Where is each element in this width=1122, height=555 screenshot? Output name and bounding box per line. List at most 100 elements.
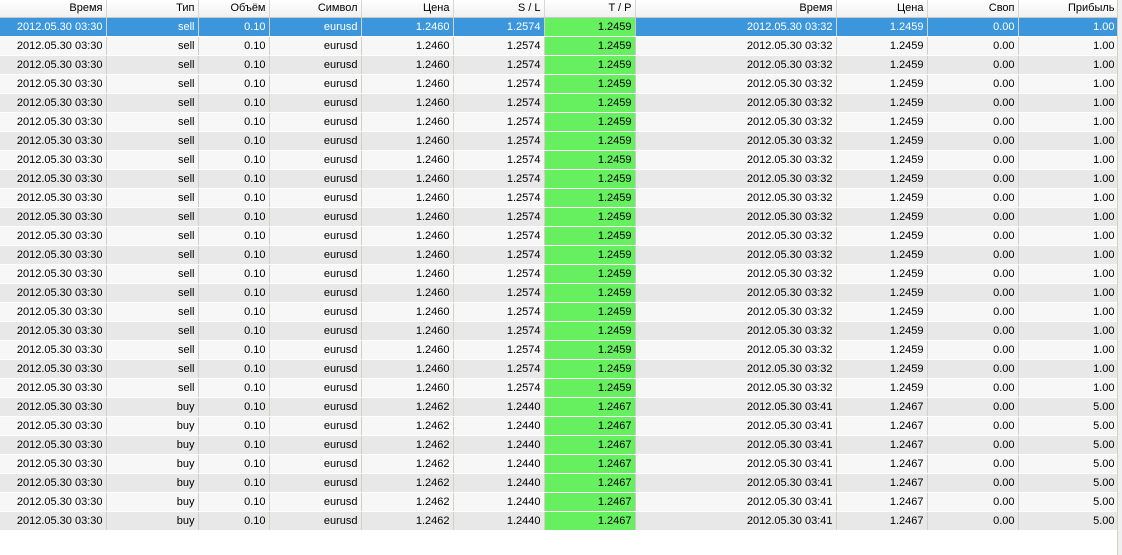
cell-volume: 0.10 xyxy=(198,454,270,474)
column-header-stop-loss[interactable]: S / L xyxy=(453,0,545,18)
cell-symbol: eurusd xyxy=(269,511,362,531)
table-row[interactable]: 2012.05.30 03:30 buy 0.10 eurusd 1.2462 1.244… xyxy=(0,473,1119,493)
table-row[interactable]: 2012.05.30 03:30 buy 0.10 eurusd 1.2462 1.244… xyxy=(0,492,1119,512)
table-row[interactable]: 2012.05.30 03:30 sell 0.10 eurusd 1.2460 1.25… xyxy=(0,359,1119,379)
cell-stop-loss: 1.2440 xyxy=(453,416,545,436)
cell-take-profit: 1.2459 xyxy=(544,188,636,208)
cell-close-price: 1.2459 xyxy=(836,321,928,341)
cell-close-price: 1.2459 xyxy=(836,131,928,151)
table-row[interactable]: 2012.05.30 03:30 buy 0.10 eurusd 1.2462 1.244… xyxy=(0,416,1119,436)
cell-take-profit: 1.2459 xyxy=(544,226,636,246)
cell-take-profit: 1.2459 xyxy=(544,112,636,132)
cell-open-time: 2012.05.30 03:30 xyxy=(0,207,107,227)
cell-swap: 0.00 xyxy=(927,150,1019,170)
cell-type: sell xyxy=(106,55,199,75)
cell-type: buy xyxy=(106,397,199,417)
cell-profit: 1.00 xyxy=(1018,74,1119,94)
table-row[interactable]: 2012.05.30 03:30 buy 0.10 eurusd 1.2462 1.244… xyxy=(0,397,1119,417)
column-header-open-price[interactable]: Цена xyxy=(361,0,454,18)
cell-symbol: eurusd xyxy=(269,245,362,265)
cell-symbol: eurusd xyxy=(269,283,362,303)
cell-open-time: 2012.05.30 03:30 xyxy=(0,264,107,284)
cell-open-price: 1.2462 xyxy=(361,416,454,436)
cell-type: sell xyxy=(106,207,199,227)
table-row[interactable]: 2012.05.30 03:30 buy 0.10 eurusd 1.2462 1.244… xyxy=(0,511,1119,531)
cell-take-profit: 1.2459 xyxy=(544,150,636,170)
cell-open-price: 1.2462 xyxy=(361,492,454,512)
cell-volume: 0.10 xyxy=(198,302,270,322)
cell-swap: 0.00 xyxy=(927,359,1019,379)
cell-close-time: 2012.05.30 03:32 xyxy=(635,321,837,341)
cell-volume: 0.10 xyxy=(198,226,270,246)
cell-profit: 1.00 xyxy=(1018,55,1119,75)
table-body: 2012.05.30 03:30 sell 0.10 eurusd 1.2460 1.25… xyxy=(0,17,1119,531)
cell-open-time: 2012.05.30 03:30 xyxy=(0,55,107,75)
cell-take-profit: 1.2467 xyxy=(544,473,636,493)
cell-symbol: eurusd xyxy=(269,74,362,94)
table-row[interactable]: 2012.05.30 03:30 sell 0.10 eurusd 1.2460 1.25… xyxy=(0,169,1119,189)
table-row[interactable]: 2012.05.30 03:30 sell 0.10 eurusd 1.2460 1.25… xyxy=(0,55,1119,75)
column-header-type[interactable]: Тип xyxy=(106,0,199,18)
table-row[interactable]: 2012.05.30 03:30 sell 0.10 eurusd 1.2460 1.25… xyxy=(0,283,1119,303)
table-row[interactable]: 2012.05.30 03:30 sell 0.10 eurusd 1.2460 1.25… xyxy=(0,36,1119,56)
table-row[interactable]: 2012.05.30 03:30 sell 0.10 eurusd 1.2460 1.25… xyxy=(0,321,1119,341)
table-row[interactable]: 2012.05.30 03:30 sell 0.10 eurusd 1.2460 1.25… xyxy=(0,150,1119,170)
cell-open-time: 2012.05.30 03:30 xyxy=(0,416,107,436)
column-header-swap[interactable]: Своп xyxy=(927,0,1019,18)
cell-symbol: eurusd xyxy=(269,340,362,360)
column-header-close-price[interactable]: Цена xyxy=(836,0,928,18)
cell-type: sell xyxy=(106,378,199,398)
cell-close-time: 2012.05.30 03:32 xyxy=(635,207,837,227)
cell-stop-loss: 1.2574 xyxy=(453,169,545,189)
cell-swap: 0.00 xyxy=(927,131,1019,151)
table-row[interactable]: 2012.05.30 03:30 sell 0.10 eurusd 1.2460 1.25… xyxy=(0,74,1119,94)
column-header-close-time[interactable]: Время xyxy=(635,0,837,18)
cell-type: sell xyxy=(106,150,199,170)
column-header-open-time[interactable]: Время xyxy=(0,0,107,18)
cell-take-profit: 1.2459 xyxy=(544,55,636,75)
cell-take-profit: 1.2467 xyxy=(544,511,636,531)
cell-take-profit: 1.2459 xyxy=(544,93,636,113)
cell-profit: 1.00 xyxy=(1018,321,1119,341)
cell-type: sell xyxy=(106,169,199,189)
cell-profit: 5.00 xyxy=(1018,435,1119,455)
column-header-symbol[interactable]: Символ xyxy=(269,0,362,18)
table-row[interactable]: 2012.05.30 03:30 sell 0.10 eurusd 1.2460 1.25… xyxy=(0,226,1119,246)
cell-stop-loss: 1.2574 xyxy=(453,93,545,113)
table-row[interactable]: 2012.05.30 03:30 sell 0.10 eurusd 1.2460 1.25… xyxy=(0,302,1119,322)
table-row[interactable]: 2012.05.30 03:30 sell 0.10 eurusd 1.2460 1.25… xyxy=(0,340,1119,360)
cell-open-price: 1.2460 xyxy=(361,321,454,341)
cell-type: sell xyxy=(106,93,199,113)
table-row[interactable]: 2012.05.30 03:30 sell 0.10 eurusd 1.2460 1.25… xyxy=(0,207,1119,227)
table-row[interactable]: 2012.05.30 03:30 sell 0.10 eurusd 1.2460 1.25… xyxy=(0,112,1119,132)
table-row[interactable]: 2012.05.30 03:30 sell 0.10 eurusd 1.2460 1.25… xyxy=(0,264,1119,284)
cell-profit: 1.00 xyxy=(1018,264,1119,284)
table-row[interactable]: 2012.05.30 03:30 buy 0.10 eurusd 1.2462 1.244… xyxy=(0,435,1119,455)
table-row[interactable]: 2012.05.30 03:30 sell 0.10 eurusd 1.2460 1.25… xyxy=(0,17,1119,37)
table-row[interactable]: 2012.05.30 03:30 sell 0.10 eurusd 1.2460 1.25… xyxy=(0,378,1119,398)
cell-type: sell xyxy=(106,340,199,360)
cell-volume: 0.10 xyxy=(198,55,270,75)
cell-type: buy xyxy=(106,435,199,455)
cell-symbol: eurusd xyxy=(269,112,362,132)
column-header-take-profit[interactable]: T / P xyxy=(544,0,636,18)
table-row[interactable]: 2012.05.30 03:30 sell 0.10 eurusd 1.2460 1.25… xyxy=(0,188,1119,208)
table-row[interactable]: 2012.05.30 03:30 sell 0.10 eurusd 1.2460 1.25… xyxy=(0,93,1119,113)
vertical-scrollbar[interactable] xyxy=(1117,0,1122,555)
cell-symbol: eurusd xyxy=(269,378,362,398)
cell-type: buy xyxy=(106,454,199,474)
cell-open-price: 1.2460 xyxy=(361,55,454,75)
cell-open-price: 1.2460 xyxy=(361,378,454,398)
column-header-volume[interactable]: Объём xyxy=(198,0,270,18)
table-row[interactable]: 2012.05.30 03:30 sell 0.10 eurusd 1.2460 1.25… xyxy=(0,245,1119,265)
column-header-profit[interactable]: Прибыль xyxy=(1018,0,1119,18)
table-row[interactable]: 2012.05.30 03:30 sell 0.10 eurusd 1.2460 1.25… xyxy=(0,131,1119,151)
cell-volume: 0.10 xyxy=(198,435,270,455)
cell-stop-loss: 1.2574 xyxy=(453,188,545,208)
cell-close-time: 2012.05.30 03:32 xyxy=(635,55,837,75)
cell-close-price: 1.2467 xyxy=(836,397,928,417)
cell-take-profit: 1.2459 xyxy=(544,207,636,227)
cell-stop-loss: 1.2574 xyxy=(453,131,545,151)
table-row[interactable]: 2012.05.30 03:30 buy 0.10 eurusd 1.2462 1.244… xyxy=(0,454,1119,474)
cell-stop-loss: 1.2440 xyxy=(453,435,545,455)
